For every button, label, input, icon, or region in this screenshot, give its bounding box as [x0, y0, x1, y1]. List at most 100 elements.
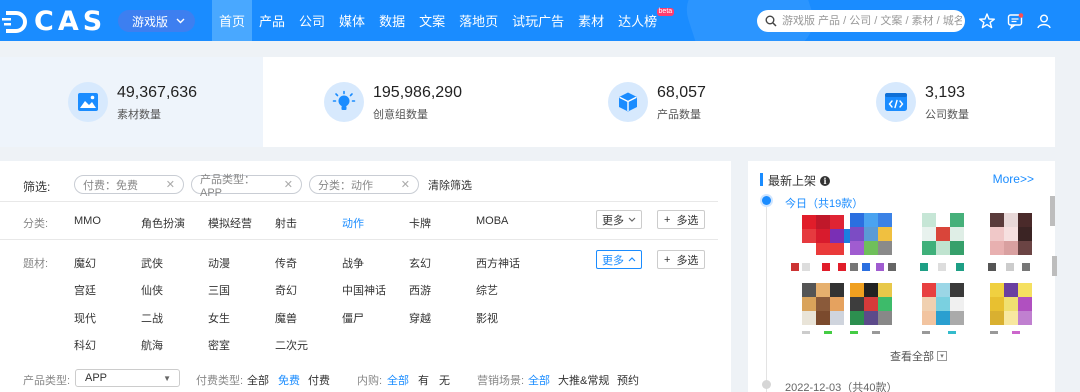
nav-label: 公司 [299, 14, 326, 29]
image-icon [68, 82, 108, 122]
nav-item-materials[interactable]: 素材 [571, 0, 611, 41]
more-link[interactable]: More>> [993, 172, 1034, 186]
product-type-select[interactable]: APP ▼ [75, 369, 180, 387]
view-all-link[interactable]: 查看全部 ▾ [890, 348, 947, 364]
scrollbar-thumb[interactable] [1052, 256, 1057, 276]
close-icon[interactable]: ✕ [166, 178, 175, 191]
close-icon[interactable]: ✕ [284, 178, 293, 191]
scene-option[interactable]: 大推&常规 [558, 372, 609, 388]
nav-label: 数据 [379, 14, 406, 29]
stat-label: 素材数量 [117, 108, 161, 121]
theme-option[interactable]: 中国神话 [342, 282, 386, 298]
iap-option-selected[interactable]: 全部 [387, 372, 409, 388]
theme-option[interactable]: 科幻 [74, 337, 96, 353]
theme-option[interactable]: 动漫 [208, 255, 230, 271]
top-navigation-bar: CAS 游戏版 首页 产品 公司 媒体 数据 文案 落地页 试玩广告 素材 达人… [0, 0, 1080, 41]
star-icon[interactable] [978, 12, 996, 30]
nav-label: 产品 [259, 14, 286, 29]
theme-option[interactable]: 穿越 [409, 310, 431, 326]
nav-item-companies[interactable]: 公司 [292, 0, 332, 41]
latest-releases-panel: 最新上架 i More>> 今日（共19款） 查看全部 ▾ 2022-12-03… [748, 161, 1057, 392]
nav-item-landing-pages[interactable]: 落地页 [452, 0, 505, 41]
iap-option[interactable]: 无 [439, 372, 450, 388]
stat-products[interactable]: 68,057 产品数量 [608, 77, 706, 127]
app-thumbnail[interactable] [986, 211, 1042, 343]
cube-icon [608, 82, 648, 122]
category-option-selected[interactable]: 动作 [342, 215, 364, 231]
stat-label: 产品数量 [657, 108, 701, 121]
search-box[interactable] [757, 10, 965, 32]
category-option[interactable]: MMO [74, 215, 101, 227]
pay-type-option[interactable]: 全部 [247, 372, 269, 388]
category-option[interactable]: 模拟经营 [208, 215, 252, 231]
nav-item-playable-ads[interactable]: 试玩广告 [505, 0, 571, 41]
theme-option[interactable]: 综艺 [476, 282, 498, 298]
nav-item-products[interactable]: 产品 [252, 0, 292, 41]
edition-switcher[interactable]: 游戏版 [118, 10, 196, 32]
iap-option[interactable]: 有 [418, 372, 429, 388]
theme-option[interactable]: 二次元 [275, 337, 308, 353]
user-icon[interactable] [1035, 12, 1053, 30]
theme-option[interactable]: 影视 [476, 310, 498, 326]
category-option[interactable]: 角色扮演 [141, 215, 185, 231]
filter-chip-product-type[interactable]: 产品类型：APP ✕ [191, 174, 302, 199]
view-all-label: 查看全部 [890, 351, 934, 363]
theme-option[interactable]: 魔兽 [275, 310, 297, 326]
stat-companies[interactable]: 3,193 公司数量 [876, 77, 969, 127]
info-icon[interactable]: i [820, 175, 831, 186]
nav-item-home[interactable]: 首页 [212, 0, 253, 41]
theme-option[interactable]: 仙侠 [141, 282, 163, 298]
stat-materials[interactable]: 49,367,636 素材数量 [68, 77, 197, 127]
timeline-date-today[interactable]: 今日（共19款） [785, 195, 863, 211]
theme-more-button[interactable]: 更多 [596, 250, 642, 269]
theme-multiselect-button[interactable]: + 多选 [657, 250, 706, 269]
filter-chip-pay[interactable]: 付费：免费 ✕ [74, 175, 184, 194]
clear-filters-link[interactable]: 清除筛选 [428, 177, 472, 193]
timeline-date[interactable]: 2022-12-03（共40款） [785, 379, 898, 392]
pay-type-option[interactable]: 付费 [308, 372, 330, 388]
theme-option[interactable]: 魔幻 [74, 255, 96, 271]
category-option[interactable]: 卡牌 [409, 215, 431, 231]
theme-option[interactable]: 宫廷 [74, 282, 96, 298]
close-icon[interactable]: ✕ [401, 178, 410, 191]
theme-option[interactable]: 僵尸 [342, 310, 364, 326]
theme-option[interactable]: 奇幻 [275, 282, 297, 298]
multi-label: 多选 [676, 254, 699, 267]
category-more-button[interactable]: 更多 [596, 210, 642, 229]
stat-creative-groups[interactable]: 195,986,290 创意组数量 [324, 77, 462, 127]
theme-option[interactable]: 战争 [342, 255, 364, 271]
pay-type-option-selected[interactable]: 免费 [278, 372, 300, 388]
theme-option[interactable]: 武侠 [141, 255, 163, 271]
theme-option[interactable]: 西游 [409, 282, 431, 298]
theme-option[interactable]: 航海 [141, 337, 163, 353]
nav-item-influencer-rank[interactable]: 达人榜 beta [611, 0, 675, 41]
theme-option[interactable]: 传奇 [275, 255, 297, 271]
nav-item-data[interactable]: 数据 [372, 0, 412, 41]
theme-option[interactable]: 三国 [208, 282, 230, 298]
app-thumbnail[interactable] [846, 211, 902, 343]
category-option[interactable]: MOBA [476, 215, 508, 227]
scrollbar-thumb[interactable] [1050, 196, 1055, 226]
theme-option[interactable]: 现代 [74, 310, 96, 326]
scene-option-selected[interactable]: 全部 [528, 372, 550, 388]
theme-option[interactable]: 二战 [141, 310, 163, 326]
timeline-line [766, 205, 767, 392]
nav-item-copy[interactable]: 文案 [412, 0, 452, 41]
message-icon[interactable] [1006, 12, 1024, 30]
theme-option[interactable]: 密室 [208, 337, 230, 353]
search-input[interactable] [782, 15, 962, 27]
app-thumbnail[interactable] [918, 211, 974, 343]
filter-chip-category[interactable]: 分类：动作 ✕ [309, 175, 419, 194]
filter-panel: 筛选: 付费：免费 ✕ 产品类型：APP ✕ 分类：动作 ✕ 清除筛选 分类: MMO… [0, 161, 731, 392]
theme-option[interactable]: 玄幻 [409, 255, 431, 271]
category-option[interactable]: 射击 [275, 215, 297, 231]
theme-option[interactable]: 女生 [208, 310, 230, 326]
scene-option[interactable]: 预约 [617, 372, 639, 388]
logo[interactable]: CAS [2, 6, 106, 37]
nav-label: 试玩广告 [512, 14, 565, 29]
category-multiselect-button[interactable]: + 多选 [657, 210, 706, 229]
nav-item-media[interactable]: 媒体 [332, 0, 372, 41]
theme-option[interactable]: 西方神话 [476, 255, 520, 271]
nav-label: 素材 [578, 14, 605, 29]
panel-title-text: 最新上架 [768, 174, 817, 188]
